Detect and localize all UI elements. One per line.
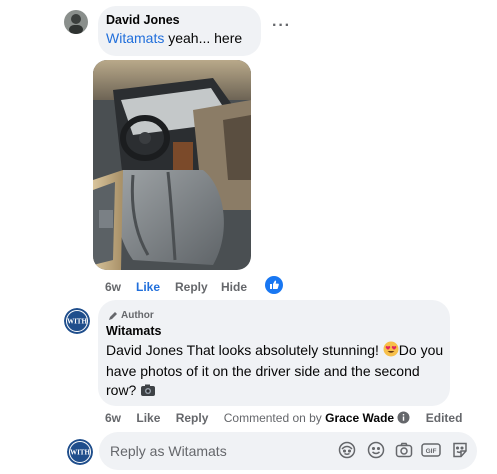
- svg-text:WITH: WITH: [70, 449, 90, 457]
- camera-emoji-icon: [140, 383, 156, 402]
- sticker-icon[interactable]: [451, 441, 469, 459]
- reply-time[interactable]: 6w: [105, 411, 121, 425]
- reply-like-button[interactable]: Like: [136, 411, 160, 425]
- avatar-sticker-icon[interactable]: [338, 441, 356, 459]
- comment-time[interactable]: 6w: [105, 280, 121, 294]
- composer-avatar[interactable]: WITH: [67, 439, 93, 465]
- hide-button[interactable]: Hide: [221, 280, 247, 294]
- svg-text:GIF: GIF: [426, 448, 437, 455]
- reply-meta: 6w Like Reply Commented on by Grace Wade…: [105, 411, 462, 427]
- reply-placeholder[interactable]: Reply as Witamats: [110, 443, 227, 459]
- reply-text: David Jones That looks absolutely stunni…: [106, 341, 446, 402]
- commented-on-prefix: Commented on by: [223, 411, 322, 425]
- emoji-icon[interactable]: [367, 441, 385, 459]
- comment-body: yeah... here: [164, 30, 243, 46]
- camera-icon[interactable]: [395, 441, 413, 459]
- comment-author-name[interactable]: David Jones: [106, 13, 180, 27]
- gif-icon[interactable]: GIF: [421, 441, 441, 459]
- edited-label[interactable]: Edited: [426, 411, 463, 425]
- witamats-avatar[interactable]: WITH: [64, 308, 90, 334]
- david-jones-avatar[interactable]: [64, 10, 88, 34]
- attached-photo[interactable]: [93, 60, 251, 270]
- info-icon[interactable]: [397, 411, 410, 427]
- mention-link[interactable]: Witamats: [106, 30, 164, 46]
- like-reaction-icon[interactable]: [265, 276, 283, 294]
- author-pen-icon: [107, 309, 119, 321]
- reply-author-name[interactable]: Witamats: [106, 324, 161, 338]
- commented-on-name[interactable]: Grace Wade: [325, 411, 394, 425]
- reply-text-part1: David Jones That looks absolutely stunni…: [106, 342, 383, 358]
- reply-reply-button[interactable]: Reply: [176, 411, 209, 425]
- like-button[interactable]: Like: [136, 280, 160, 294]
- reply-button[interactable]: Reply: [175, 280, 208, 294]
- more-options-icon[interactable]: ···: [272, 17, 291, 35]
- heart-eyes-emoji-icon: [383, 341, 399, 362]
- svg-text:WITH: WITH: [67, 318, 87, 326]
- author-badge: Author: [121, 310, 154, 321]
- comment-text: Witamats yeah... here: [106, 30, 242, 46]
